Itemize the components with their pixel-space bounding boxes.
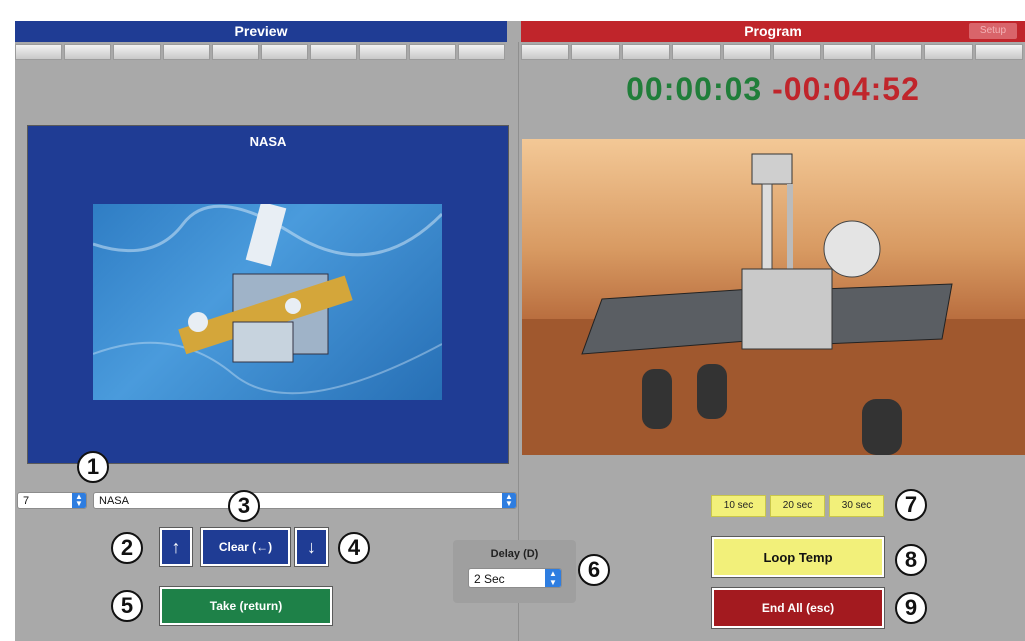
program-monitor [522, 139, 1025, 455]
chevron-up-down-icon: ▲ ▼ [545, 569, 561, 587]
elapsed-time: 00:00:03 [626, 71, 763, 107]
preview-caption: NASA [249, 134, 287, 149]
preview-slot[interactable] [64, 44, 112, 60]
callout-badge-4: 4 [338, 532, 370, 564]
preview-slot[interactable] [359, 44, 407, 60]
program-timer: 00:00:03 -00:04:52 [521, 71, 1025, 108]
program-slot[interactable] [974, 44, 1024, 60]
program-slot[interactable] [621, 44, 671, 60]
program-slot[interactable] [571, 44, 620, 60]
preview-title: Preview [234, 23, 288, 39]
program-slot[interactable] [924, 44, 973, 60]
arrow-down-icon: ↓ [307, 536, 316, 557]
satellite-image [93, 204, 442, 400]
program-slot[interactable] [873, 44, 923, 60]
source-number-value: 7 [23, 495, 30, 507]
source-name-value: NASA [99, 495, 129, 507]
program-header: Program Setup [521, 21, 1025, 42]
source-number-select[interactable]: 7 ▲ ▼ [17, 492, 87, 509]
move-down-button[interactable]: ↓ [294, 527, 329, 567]
clear-button[interactable]: Clear (←) [200, 527, 291, 567]
delay-panel: Delay (D) 2 Sec ▲ ▼ [453, 540, 576, 603]
app-window: Preview Program Setup 00:00:03 -00:04:52… [15, 21, 1025, 641]
loop-temp-button[interactable]: Loop Temp [711, 536, 885, 578]
program-slot[interactable] [672, 44, 721, 60]
preview-slot[interactable] [457, 44, 506, 60]
preview-header: Preview [15, 21, 507, 42]
preview-slot[interactable] [15, 44, 63, 60]
preview-slot[interactable] [162, 44, 210, 60]
program-slot[interactable] [521, 44, 570, 60]
program-slot-strip [521, 44, 1025, 60]
callout-badge-5: 5 [111, 590, 143, 622]
source-name-select[interactable]: NASA ▲ ▼ [93, 492, 517, 509]
delay-value: 2 Sec [474, 572, 505, 586]
arrow-up-icon: ↑ [171, 536, 181, 557]
callout-badge-6: 6 [578, 554, 610, 586]
delay-label: Delay (D) [490, 548, 539, 560]
callout-badge-9: 9 [895, 592, 927, 624]
quick-timer-10[interactable]: 10 sec [711, 495, 766, 517]
chevron-up-down-icon: ▲ ▼ [72, 493, 86, 508]
move-up-button[interactable]: ↑ [159, 527, 193, 567]
callout-badge-1: 1 [77, 451, 109, 483]
end-all-button[interactable]: End All (esc) [711, 587, 885, 629]
callout-badge-7: 7 [895, 489, 927, 521]
setup-button[interactable]: Setup [969, 23, 1017, 39]
preview-slot[interactable] [261, 44, 309, 60]
chevron-up-down-icon: ▲ ▼ [502, 493, 516, 508]
remaining-time: -00:04:52 [772, 71, 920, 107]
preview-slot[interactable] [310, 44, 358, 60]
program-title: Program [744, 23, 802, 39]
program-slot[interactable] [823, 44, 872, 60]
quick-timer-group: 10 sec 20 sec 30 sec [711, 495, 884, 517]
preview-slot[interactable] [113, 44, 161, 60]
preview-slot-strip [15, 44, 507, 60]
take-button[interactable]: Take (return) [159, 586, 333, 626]
quick-timer-30[interactable]: 30 sec [829, 495, 884, 517]
preview-slot[interactable] [211, 44, 260, 60]
preview-monitor: NASA [27, 125, 509, 464]
program-slot[interactable] [722, 44, 772, 60]
delay-select[interactable]: 2 Sec ▲ ▼ [468, 568, 562, 588]
program-slot[interactable] [773, 44, 822, 60]
quick-timer-20[interactable]: 20 sec [770, 495, 825, 517]
callout-badge-8: 8 [895, 544, 927, 576]
preview-slot[interactable] [408, 44, 456, 60]
callout-badge-3: 3 [228, 490, 260, 522]
callout-badge-2: 2 [111, 532, 143, 564]
